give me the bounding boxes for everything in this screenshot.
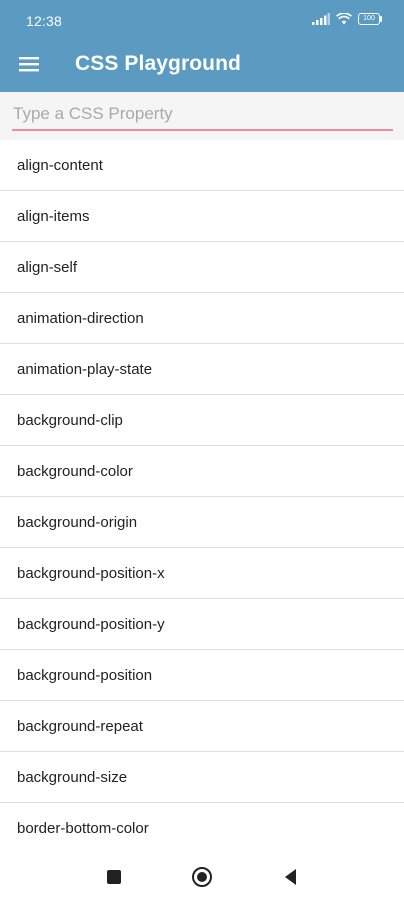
css-property-item[interactable]: align-items bbox=[0, 191, 404, 242]
battery-icon: 100 bbox=[358, 13, 382, 25]
back-triangle-icon[interactable] bbox=[280, 866, 302, 888]
css-property-item[interactable]: background-origin bbox=[0, 497, 404, 548]
css-property-item[interactable]: background-size bbox=[0, 752, 404, 803]
css-property-item[interactable]: background-color bbox=[0, 446, 404, 497]
css-property-item[interactable]: align-content bbox=[0, 140, 404, 191]
signal-icon bbox=[312, 13, 330, 25]
search-underline bbox=[12, 129, 393, 131]
search-area bbox=[0, 92, 404, 140]
css-property-item[interactable]: background-position-x bbox=[0, 548, 404, 599]
css-property-item[interactable]: animation-play-state bbox=[0, 344, 404, 395]
home-circle-icon[interactable] bbox=[191, 866, 213, 888]
css-property-list: align-content align-items align-self animat… bbox=[0, 140, 404, 854]
css-property-item[interactable]: background-repeat bbox=[0, 701, 404, 752]
app-bar: CSS Playground bbox=[0, 36, 404, 92]
system-nav-bar bbox=[0, 852, 404, 900]
css-property-item[interactable]: background-position-y bbox=[0, 599, 404, 650]
css-property-item[interactable]: border-bottom-color bbox=[0, 803, 404, 854]
css-property-item[interactable]: animation-direction bbox=[0, 293, 404, 344]
recents-square-icon[interactable] bbox=[103, 866, 125, 888]
app-title: CSS Playground bbox=[75, 52, 241, 75]
battery-level: 100 bbox=[363, 15, 375, 22]
css-property-search-input[interactable] bbox=[13, 101, 393, 127]
css-property-item[interactable]: align-self bbox=[0, 242, 404, 293]
hamburger-menu-icon[interactable] bbox=[18, 53, 40, 75]
status-time: 12:38 bbox=[26, 13, 63, 29]
status-icons: 100 bbox=[312, 12, 382, 26]
wifi-icon bbox=[336, 13, 352, 25]
css-property-item[interactable]: background-clip bbox=[0, 395, 404, 446]
css-property-item[interactable]: background-position bbox=[0, 650, 404, 701]
status-bar: 12:38 100 bbox=[0, 0, 404, 36]
